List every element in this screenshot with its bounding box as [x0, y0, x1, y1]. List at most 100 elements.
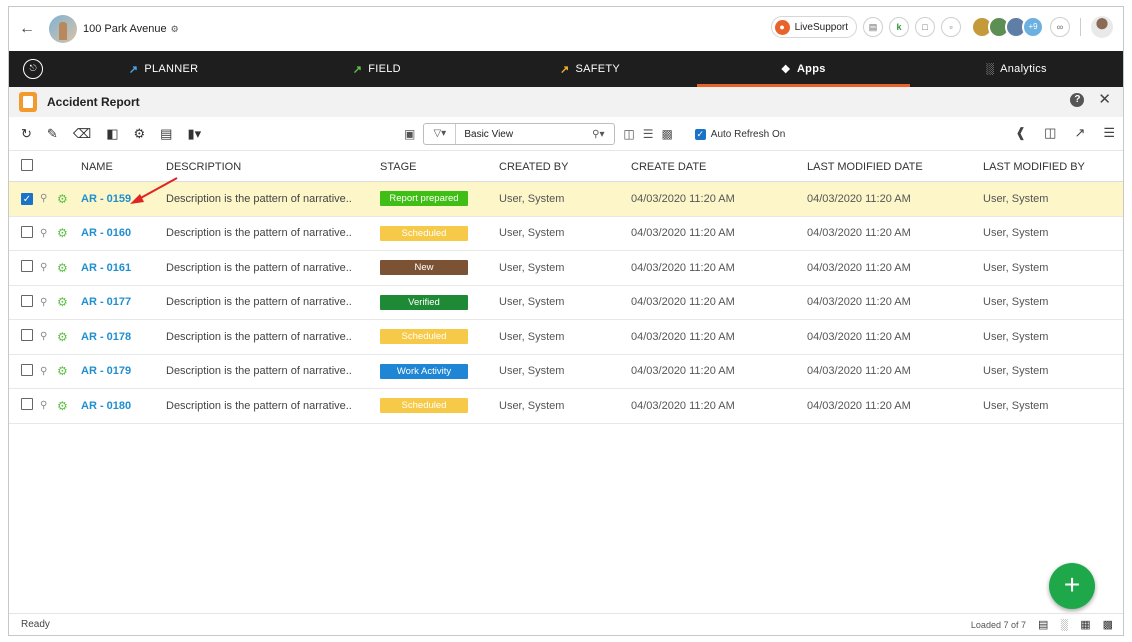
notes-icon[interactable]: ▤	[863, 17, 883, 37]
more-avatars-badge[interactable]: +9	[1022, 16, 1044, 38]
row-checkbox[interactable]	[21, 294, 33, 310]
image-icon[interactable]: ▩	[661, 127, 672, 141]
edit-icon[interactable]: ✎	[47, 126, 58, 142]
record-name-link[interactable]: AR - 0177	[81, 296, 131, 308]
card-view-icon[interactable]: ▦	[1080, 618, 1090, 631]
calendar-icon[interactable]: ▣	[404, 127, 415, 141]
external-link-icon[interactable]: ↗	[1074, 125, 1085, 141]
workflow-gear-icon[interactable]: ⚙	[57, 261, 68, 275]
column-header-modified-by[interactable]: LAST MODIFIED BY	[983, 161, 1085, 173]
k-app-icon[interactable]: k	[889, 17, 909, 37]
kanban-view-icon[interactable]: ▩	[1103, 618, 1113, 631]
create-date: 04/03/2020 11:20 AM	[631, 330, 735, 343]
record-name-link[interactable]: AR - 0160	[81, 227, 131, 239]
project-name[interactable]: 100 Park Avenue	[83, 23, 167, 35]
select-all-checkbox[interactable]	[21, 159, 33, 174]
team-avatars[interactable]: +9	[971, 16, 1044, 38]
print-icon[interactable]: ◫	[1044, 125, 1056, 141]
column-header-modified-date[interactable]: LAST MODIFIED DATE	[807, 161, 923, 173]
pdf-icon[interactable]: ◧	[106, 126, 118, 142]
view-selector[interactable]: ▽▾ Basic View ⚲▾	[423, 123, 616, 145]
record-description: Description is the pattern of narrative.…	[166, 296, 352, 309]
delete-icon[interactable]: ⌫	[73, 126, 91, 142]
record-name-link[interactable]: AR - 0180	[81, 400, 131, 412]
table-row[interactable]: ⚲ ⚙ AR - 0177 Description is the pattern…	[9, 286, 1123, 320]
settings-icon[interactable]: ⚙	[134, 126, 146, 142]
close-icon[interactable]: ✕	[1098, 92, 1111, 107]
workflow-gear-icon[interactable]: ⚙	[57, 192, 68, 206]
help-icon[interactable]: ?	[1070, 93, 1085, 107]
tab-analytics[interactable]: ░ Analytics	[910, 51, 1123, 87]
view-controls: ▣ ▽▾ Basic View ⚲▾ ◫ ☰ ▩ ✓ Auto Refresh …	[404, 123, 785, 145]
link-icon[interactable]: ∞	[1050, 17, 1070, 37]
table-row[interactable]: ⚲ ⚙ AR - 0178 Description is the pattern…	[9, 320, 1123, 355]
tab-apps[interactable]: ❖ Apps	[696, 51, 911, 87]
stage-label: Work Activity	[380, 363, 468, 379]
chart-view-icon[interactable]: ░	[1060, 619, 1068, 631]
auto-refresh-toggle[interactable]: ✓ Auto Refresh On	[694, 128, 785, 140]
table-row[interactable]: ⚲ ⚙ AR - 0161 Description is the pattern…	[9, 251, 1123, 286]
column-header-description[interactable]: DESCRIPTION	[166, 161, 241, 173]
row-checkbox[interactable]: ✓	[21, 192, 33, 205]
record-name-link[interactable]: AR - 0159	[81, 193, 131, 205]
search-icon[interactable]: ⚲▾	[582, 129, 614, 140]
location-pin-icon[interactable]: ⚲	[40, 366, 47, 377]
modified-date: 04/03/2020 11:20 AM	[807, 261, 911, 274]
app-window: ← 100 Park Avenue ⚙ ● LiveSupport ▤ k □ …	[8, 6, 1124, 636]
column-header-name[interactable]: NAME	[81, 161, 113, 173]
location-pin-icon[interactable]: ⚲	[40, 331, 47, 342]
stage-badge: Scheduled	[380, 329, 468, 345]
workflow-gear-icon[interactable]: ⚙	[57, 226, 68, 240]
column-header-created-by[interactable]: CREATED BY	[499, 161, 568, 173]
view-name[interactable]: Basic View	[456, 129, 582, 140]
record-name-link[interactable]: AR - 0178	[81, 331, 131, 343]
table-row[interactable]: ⚲ ⚙ AR - 0160 Description is the pattern…	[9, 217, 1123, 251]
location-pin-icon[interactable]: ⚲	[40, 228, 47, 239]
share-icon[interactable]: ❰	[1015, 125, 1026, 141]
table-view-icon[interactable]: ▤	[1038, 618, 1048, 631]
app-logo[interactable]: ⎋	[9, 51, 57, 87]
chat-icon[interactable]: □	[915, 17, 935, 37]
back-arrow-icon[interactable]: ←	[19, 20, 41, 38]
table-row[interactable]: ⚲ ⚙ AR - 0180 Description is the pattern…	[9, 389, 1123, 424]
tab-field[interactable]: ↗ FIELD	[270, 51, 483, 87]
list-icon[interactable]: ☰	[643, 127, 654, 141]
row-checkbox[interactable]	[21, 225, 33, 241]
location-pin-icon[interactable]: ⚲	[40, 297, 47, 308]
column-header-stage[interactable]: STAGE	[380, 161, 416, 173]
row-checkbox[interactable]	[21, 329, 33, 344]
record-description: Description is the pattern of narrative.…	[166, 399, 352, 412]
location-pin-icon[interactable]: ⚲	[40, 262, 47, 273]
workflow-gear-icon[interactable]: ⚙	[57, 330, 68, 344]
workflow-gear-icon[interactable]: ⚙	[57, 364, 68, 378]
workflow-gear-icon[interactable]: ⚙	[57, 399, 68, 413]
add-record-button[interactable]: +	[1049, 563, 1095, 609]
tab-planner[interactable]: ↗ PLANNER	[57, 51, 270, 87]
menu-icon[interactable]: ☰	[1103, 125, 1115, 141]
filter-icon[interactable]: ▽▾	[424, 124, 457, 144]
tab-safety[interactable]: ↗ SAFETY	[483, 51, 696, 87]
row-checkbox[interactable]	[21, 363, 33, 379]
export-icon[interactable]: ◫	[623, 127, 634, 141]
refresh-icon[interactable]: ↻	[21, 126, 32, 142]
record-name-link[interactable]: AR - 0161	[81, 262, 131, 274]
top-bar: ← 100 Park Avenue ⚙ ● LiveSupport ▤ k □ …	[9, 7, 1123, 51]
table-row[interactable]: ⚲ ⚙ AR - 0179 Description is the pattern…	[9, 355, 1123, 389]
location-pin-icon[interactable]: ⚲	[40, 193, 47, 204]
record-name-link[interactable]: AR - 0179	[81, 365, 131, 377]
location-pin-icon[interactable]: ⚲	[40, 400, 47, 411]
workflow-gear-icon[interactable]: ⚙	[57, 295, 68, 309]
apps-icon: ❖	[780, 63, 791, 76]
row-checkbox[interactable]	[21, 260, 33, 275]
project-avatar[interactable]	[49, 15, 77, 43]
document-menu-icon[interactable]: ▮▾	[187, 126, 201, 142]
reports-icon[interactable]: ▫	[941, 17, 961, 37]
column-header-create-date[interactable]: CREATE DATE	[631, 161, 706, 173]
live-support-button[interactable]: ● LiveSupport	[770, 16, 857, 38]
gear-icon[interactable]: ⚙	[171, 24, 179, 35]
user-avatar[interactable]	[1091, 16, 1113, 38]
tab-label: FIELD	[368, 63, 401, 75]
row-checkbox[interactable]	[21, 398, 33, 413]
list-view-icon[interactable]: ▤	[160, 126, 172, 142]
auto-refresh-checkbox[interactable]: ✓	[694, 128, 706, 140]
